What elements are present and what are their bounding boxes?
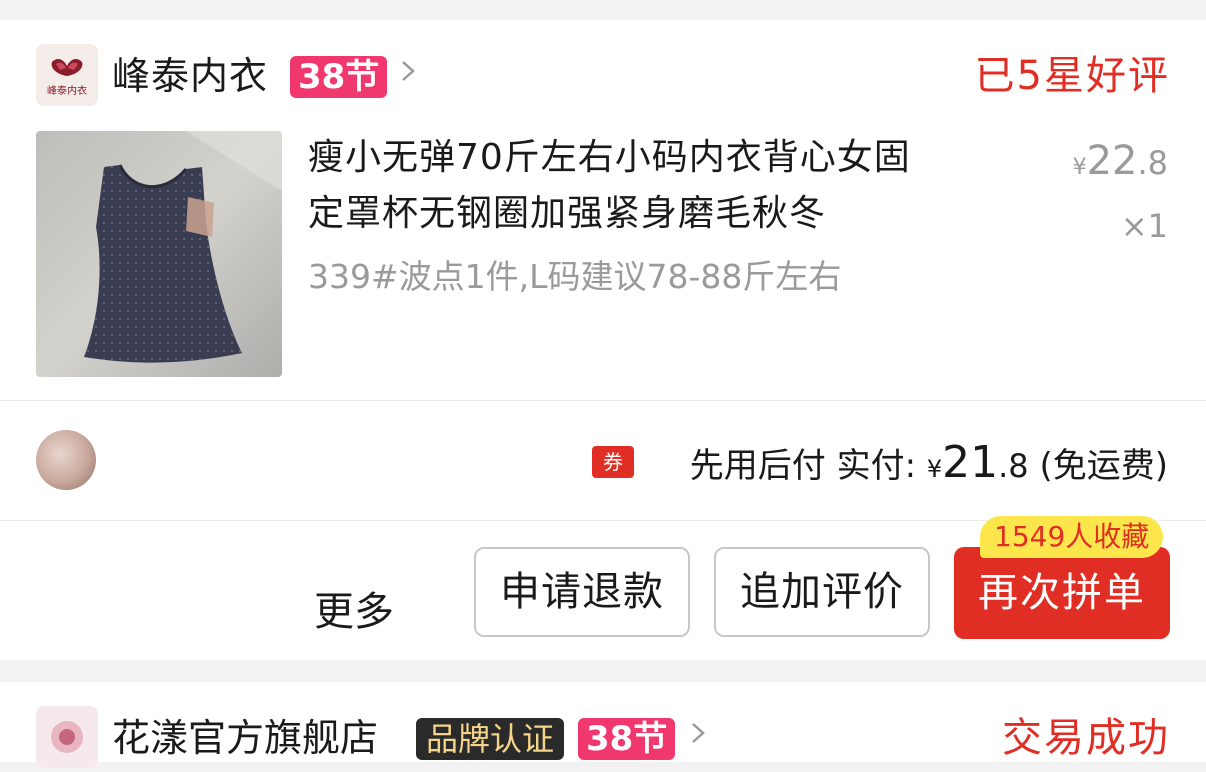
order-card[interactable]: 峰泰内衣 峰泰内衣 38节 已5星好评 瘦小无弹70斤左右小码内衣背心女固 定罩… — [0, 20, 1206, 660]
shipping-note: (免运费) — [1039, 446, 1168, 486]
paid-amount-decimal: .8 — [998, 447, 1029, 485]
flower-logo-icon — [51, 721, 83, 753]
product-title-line-2: 定罩杯无钢圈加强紧身磨毛秋冬 — [308, 193, 827, 234]
order-status: 交易成功 — [1002, 715, 1170, 761]
shop-logo[interactable] — [36, 706, 98, 768]
refund-button[interactable]: 申请退款 — [474, 547, 690, 637]
chevron-right-icon[interactable] — [690, 722, 706, 744]
price-currency: ¥ — [1072, 155, 1087, 180]
order-card[interactable]: 花漾官方旗舰店 品牌认证 38节 交易成功 — [0, 682, 1206, 768]
pay-label: 先用后付 实付: — [689, 446, 917, 486]
shop-name[interactable]: 峰泰内衣 — [112, 48, 268, 104]
coupon-icon: 券 — [592, 446, 634, 478]
unit-price: ¥22.8 — [1073, 136, 1168, 193]
price-integer: 22 — [1086, 138, 1138, 184]
chevron-right-icon[interactable] — [400, 60, 416, 82]
promo-tag: 38节 — [578, 718, 676, 760]
shop-name[interactable]: 花漾官方旗舰店 — [112, 710, 378, 766]
paid-currency: ¥ — [926, 455, 943, 483]
product-title[interactable]: 瘦小无弹70斤左右小码内衣背心女固 定罩杯无钢圈加强紧身磨毛秋冬 — [308, 130, 1008, 242]
shop-logo[interactable]: 峰泰内衣 — [36, 44, 98, 106]
price-decimal: .8 — [1137, 144, 1168, 182]
favorites-badge: 1549人收藏 — [980, 516, 1164, 558]
quantity: ×1 — [1120, 207, 1168, 245]
more-button[interactable]: 更多 — [314, 566, 394, 658]
reorder-button[interactable]: 再次拼单 — [954, 547, 1170, 639]
add-review-button[interactable]: 追加评价 — [714, 547, 930, 637]
product-title-line-1: 瘦小无弹70斤左右小码内衣背心女固 — [308, 137, 911, 178]
avatar[interactable] — [36, 430, 96, 490]
paid-amount-integer: 21 — [942, 437, 999, 488]
shop-logo-text: 峰泰内衣 — [47, 86, 87, 97]
brand-verified-badge: 品牌认证 — [416, 718, 565, 760]
product-thumbnail[interactable] — [36, 131, 282, 377]
payment-summary: 先用后付 实付: ¥21.8 (免运费) — [690, 436, 1168, 496]
order-status: 已5星好评 — [974, 53, 1170, 99]
product-image — [36, 131, 282, 377]
product-sku: 339#波点1件,L码建议78-88斤左右 — [308, 257, 842, 296]
divider — [0, 400, 1206, 401]
promo-tag: 38节 — [290, 56, 388, 98]
